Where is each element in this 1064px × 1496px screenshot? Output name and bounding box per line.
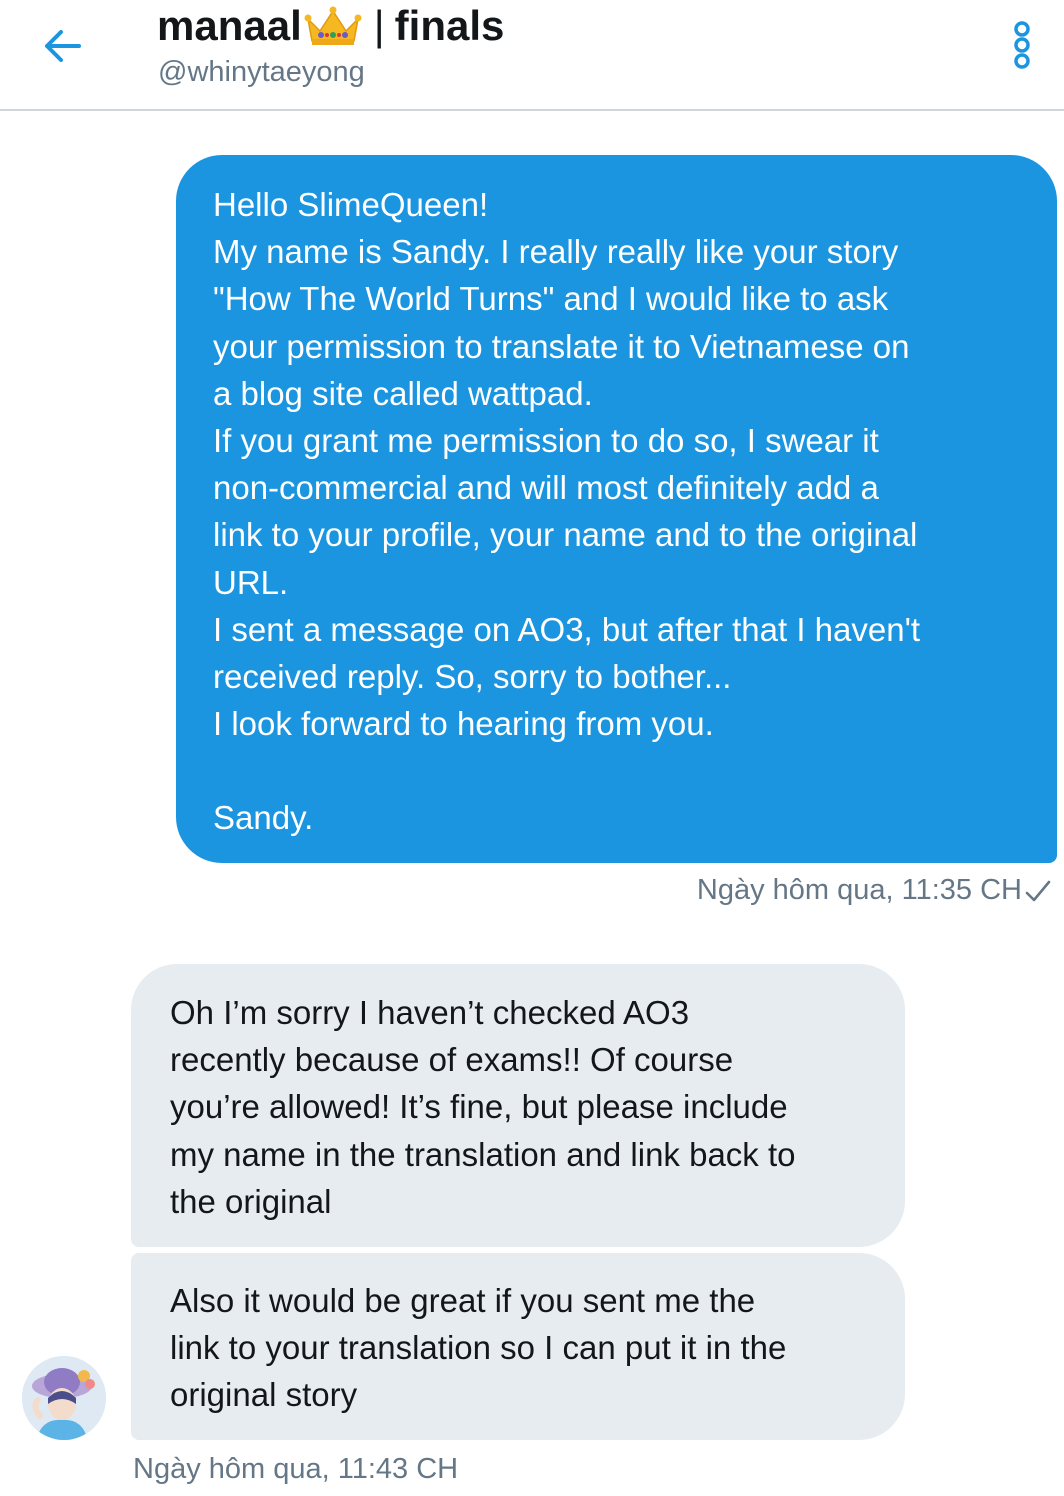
message-line: original story: [170, 1376, 358, 1414]
message-line: the original: [170, 1182, 332, 1220]
checkmark-icon: [1025, 880, 1051, 902]
message-line: I look forward to hearing from you.: [213, 705, 714, 743]
received-message-bubble[interactable]: Also it would be great if you sent me th…: [131, 1253, 905, 1440]
message-line: My name is Sandy. I really really like y…: [213, 233, 899, 271]
message-line: If you grant me permission to do so, I s…: [213, 421, 879, 459]
crown-emoji-icon: [304, 6, 362, 45]
sent-message-bubble[interactable]: Hello SlimeQueen! My name is Sandy. I re…: [176, 155, 1057, 863]
name-suffix: finals: [394, 2, 505, 49]
message-line: Oh I’m sorry I haven’t checked AO3: [170, 994, 690, 1031]
message-line: my name in the translation and link back…: [170, 1135, 796, 1173]
back-button[interactable]: [36, 24, 88, 68]
sent-timestamp: Ngày hôm qua, 11:35 CH: [696, 874, 1022, 906]
more-options-button[interactable]: [1004, 18, 1040, 76]
message-line: Hello SlimeQueen!: [213, 186, 489, 223]
avatar-image: [22, 1356, 106, 1440]
avatar[interactable]: [22, 1356, 106, 1440]
contact-name: manaal: [157, 2, 302, 49]
message-line: non-commercial and will most definitely …: [213, 469, 879, 507]
message-line: link to your translation so I can put it…: [170, 1329, 787, 1367]
contact-handle: @whinytaeyong: [158, 56, 365, 88]
arrow-left-icon: [45, 30, 81, 62]
message-line: a blog site called wattpad.: [213, 374, 593, 412]
message-line: Also it would be great if you sent me th…: [170, 1282, 756, 1319]
title-separator: |: [373, 2, 385, 49]
message-line: recently because of exams!! Of course: [170, 1041, 734, 1079]
message-line: URL.: [213, 563, 289, 601]
message-line: [213, 747, 1021, 794]
message-line: I sent a message on AO3, but after that …: [213, 610, 921, 648]
conversation-header: manaal | finals @whinytaeyong: [0, 0, 1064, 111]
message-line: your permission to translate it to Vietn…: [213, 327, 910, 365]
received-message-bubble[interactable]: Oh I’m sorry I haven’t checked AO3 recen…: [131, 964, 905, 1247]
message-line: "How The World Turns" and I would like t…: [213, 280, 889, 318]
message-line: received reply. So, sorry to bother...: [213, 657, 732, 695]
message-line: link to your profile, your name and to t…: [213, 516, 918, 554]
conversation-title: manaal | finals: [157, 0, 504, 52]
message-line: you’re allowed! It’s fine, but please in…: [170, 1088, 788, 1126]
vertical-dots-icon: [1014, 21, 1030, 69]
received-timestamp: Ngày hôm qua, 11:43 CH: [133, 1453, 459, 1485]
message-line: Sandy.: [213, 799, 314, 837]
